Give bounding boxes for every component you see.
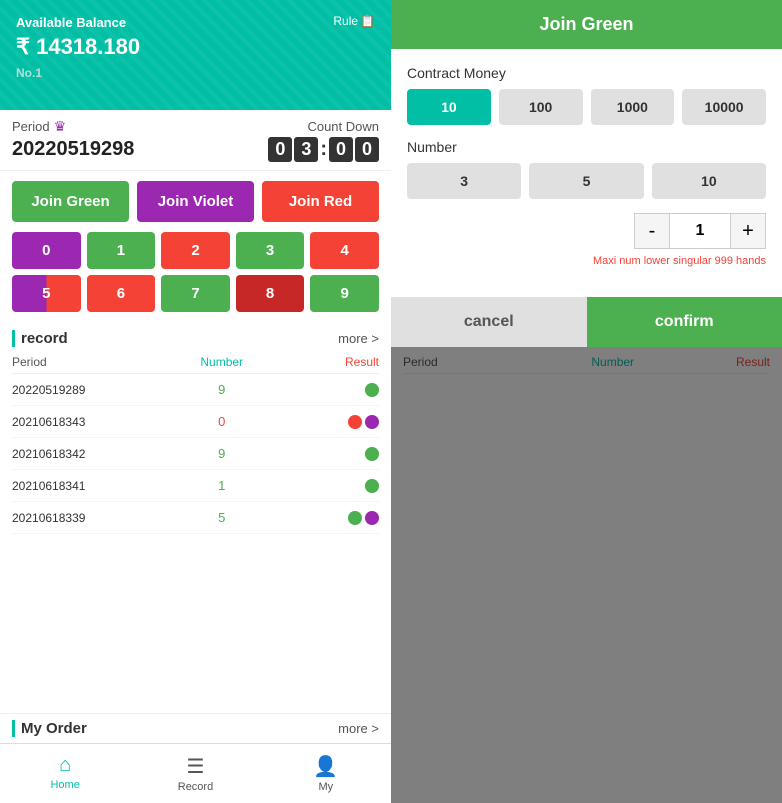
left-join-violet-button[interactable]: Join Violet <box>137 181 254 222</box>
left-period-label: Period ♛ <box>12 118 66 135</box>
contract-10000-button[interactable]: 10000 <box>682 89 766 125</box>
record-icon: ☰ <box>187 754 205 779</box>
modal-confirm-button[interactable]: confirm <box>587 297 782 347</box>
stepper-row: - 1 + <box>407 213 766 249</box>
left-period-number: 20220519298 <box>12 138 134 161</box>
right-panel: Available Balance Rule 📋 ₹ 14318.180 No.… <box>391 0 782 803</box>
contract-options: 10 100 1000 10000 <box>407 89 766 125</box>
crown-icon: ♛ <box>54 118 67 135</box>
left-countdown-d3: 0 <box>355 137 379 162</box>
left-no-label: No.1 <box>16 66 375 80</box>
left-my-order-section: My Order more > <box>0 713 391 743</box>
modal-body: Contract Money 10 100 1000 10000 Number … <box>391 49 782 297</box>
stepper-value: 1 <box>670 213 730 249</box>
left-record-title: record <box>12 330 68 347</box>
left-record-more[interactable]: more > <box>338 331 379 346</box>
left-number-grid: 0 1 2 3 4 5 6 7 8 9 <box>0 232 391 326</box>
number-3-button[interactable]: 3 <box>407 163 521 199</box>
number-options: 3 5 10 <box>407 163 766 199</box>
join-green-modal: Join Green Contract Money 10 100 1000 10… <box>391 0 782 347</box>
nav-home[interactable]: ⌂ Home <box>0 750 130 797</box>
left-col-number: Number <box>169 355 274 369</box>
dot-green-icon <box>348 511 362 525</box>
contract-money-label: Contract Money <box>407 65 766 81</box>
my-icon: 👤 <box>313 754 338 779</box>
nav-record-label: Record <box>178 781 213 793</box>
left-join-red-button[interactable]: Join Red <box>262 181 379 222</box>
left-rule-button[interactable]: Rule 📋 <box>333 14 375 28</box>
dot-red-icon <box>348 415 362 429</box>
left-col-period: Period <box>12 355 169 369</box>
stepper-minus-button[interactable]: - <box>634 213 670 249</box>
left-my-order-title: My Order <box>12 720 87 737</box>
left-num-7[interactable]: 7 <box>161 275 230 312</box>
left-countdown-d1: 3 <box>294 137 318 162</box>
contract-1000-button[interactable]: 1000 <box>591 89 675 125</box>
table-row: 20210618343 0 <box>12 406 379 438</box>
nav-my[interactable]: 👤 My <box>261 750 391 797</box>
number-label: Number <box>407 139 766 155</box>
left-num-4[interactable]: 4 <box>310 232 379 269</box>
contract-10-button[interactable]: 10 <box>407 89 491 125</box>
left-join-buttons: Join Green Join Violet Join Red <box>0 171 391 232</box>
dot-green-icon <box>365 447 379 461</box>
left-countdown-label: Count Down <box>307 119 379 134</box>
home-icon: ⌂ <box>59 754 71 777</box>
left-col-result: Result <box>274 355 379 369</box>
number-5-button[interactable]: 5 <box>529 163 643 199</box>
left-countdown-display: 0 3 : 0 0 <box>268 137 379 162</box>
left-num-6[interactable]: 6 <box>87 275 156 312</box>
left-num-3[interactable]: 3 <box>236 232 305 269</box>
left-bottom-nav: ⌂ Home ☰ Record 👤 My <box>0 743 391 803</box>
max-note: Maxi num lower singular 999 hands <box>407 255 766 267</box>
dot-purple-icon <box>365 511 379 525</box>
modal-footer: cancel confirm <box>391 297 782 347</box>
left-num-1[interactable]: 1 <box>87 232 156 269</box>
contract-100-button[interactable]: 100 <box>499 89 583 125</box>
left-period-section: Period ♛ Count Down 20220519298 0 3 : 0 … <box>0 110 391 171</box>
left-record-section: record more > Period Number Result 20220… <box>0 326 391 713</box>
modal-join-header: Join Green <box>391 0 782 49</box>
table-row: 20210618339 5 <box>12 502 379 534</box>
dot-purple-icon <box>365 415 379 429</box>
nav-my-label: My <box>318 781 333 793</box>
table-row: 20220519289 9 <box>12 374 379 406</box>
table-row: 20210618341 1 <box>12 470 379 502</box>
left-countdown-d2: 0 <box>329 137 353 162</box>
left-num-0[interactable]: 0 <box>12 232 81 269</box>
number-10-button[interactable]: 10 <box>652 163 766 199</box>
dot-green-icon <box>365 479 379 493</box>
left-panel: Available Balance Rule 📋 ₹ 14318.180 No.… <box>0 0 391 803</box>
left-balance-amount: ₹ 14318.180 <box>16 34 375 60</box>
left-countdown-d0: 0 <box>268 137 292 162</box>
modal-cancel-button[interactable]: cancel <box>391 297 587 347</box>
left-num-9[interactable]: 9 <box>310 275 379 312</box>
left-record-table: Period Number Result 20220519289 9 20210… <box>12 351 379 534</box>
table-row: 20210618342 9 <box>12 438 379 470</box>
left-num-2[interactable]: 2 <box>161 232 230 269</box>
left-my-order-more[interactable]: more > <box>338 721 379 736</box>
nav-record[interactable]: ☰ Record <box>130 750 260 797</box>
left-balance-label: Available Balance <box>16 15 126 30</box>
left-header: Available Balance Rule 📋 ₹ 14318.180 No.… <box>0 0 391 110</box>
nav-home-label: Home <box>50 779 79 791</box>
left-num-5[interactable]: 5 <box>12 275 81 312</box>
left-join-green-button[interactable]: Join Green <box>12 181 129 222</box>
left-num-8[interactable]: 8 <box>236 275 305 312</box>
stepper-plus-button[interactable]: + <box>730 213 766 249</box>
dot-green-icon <box>365 383 379 397</box>
